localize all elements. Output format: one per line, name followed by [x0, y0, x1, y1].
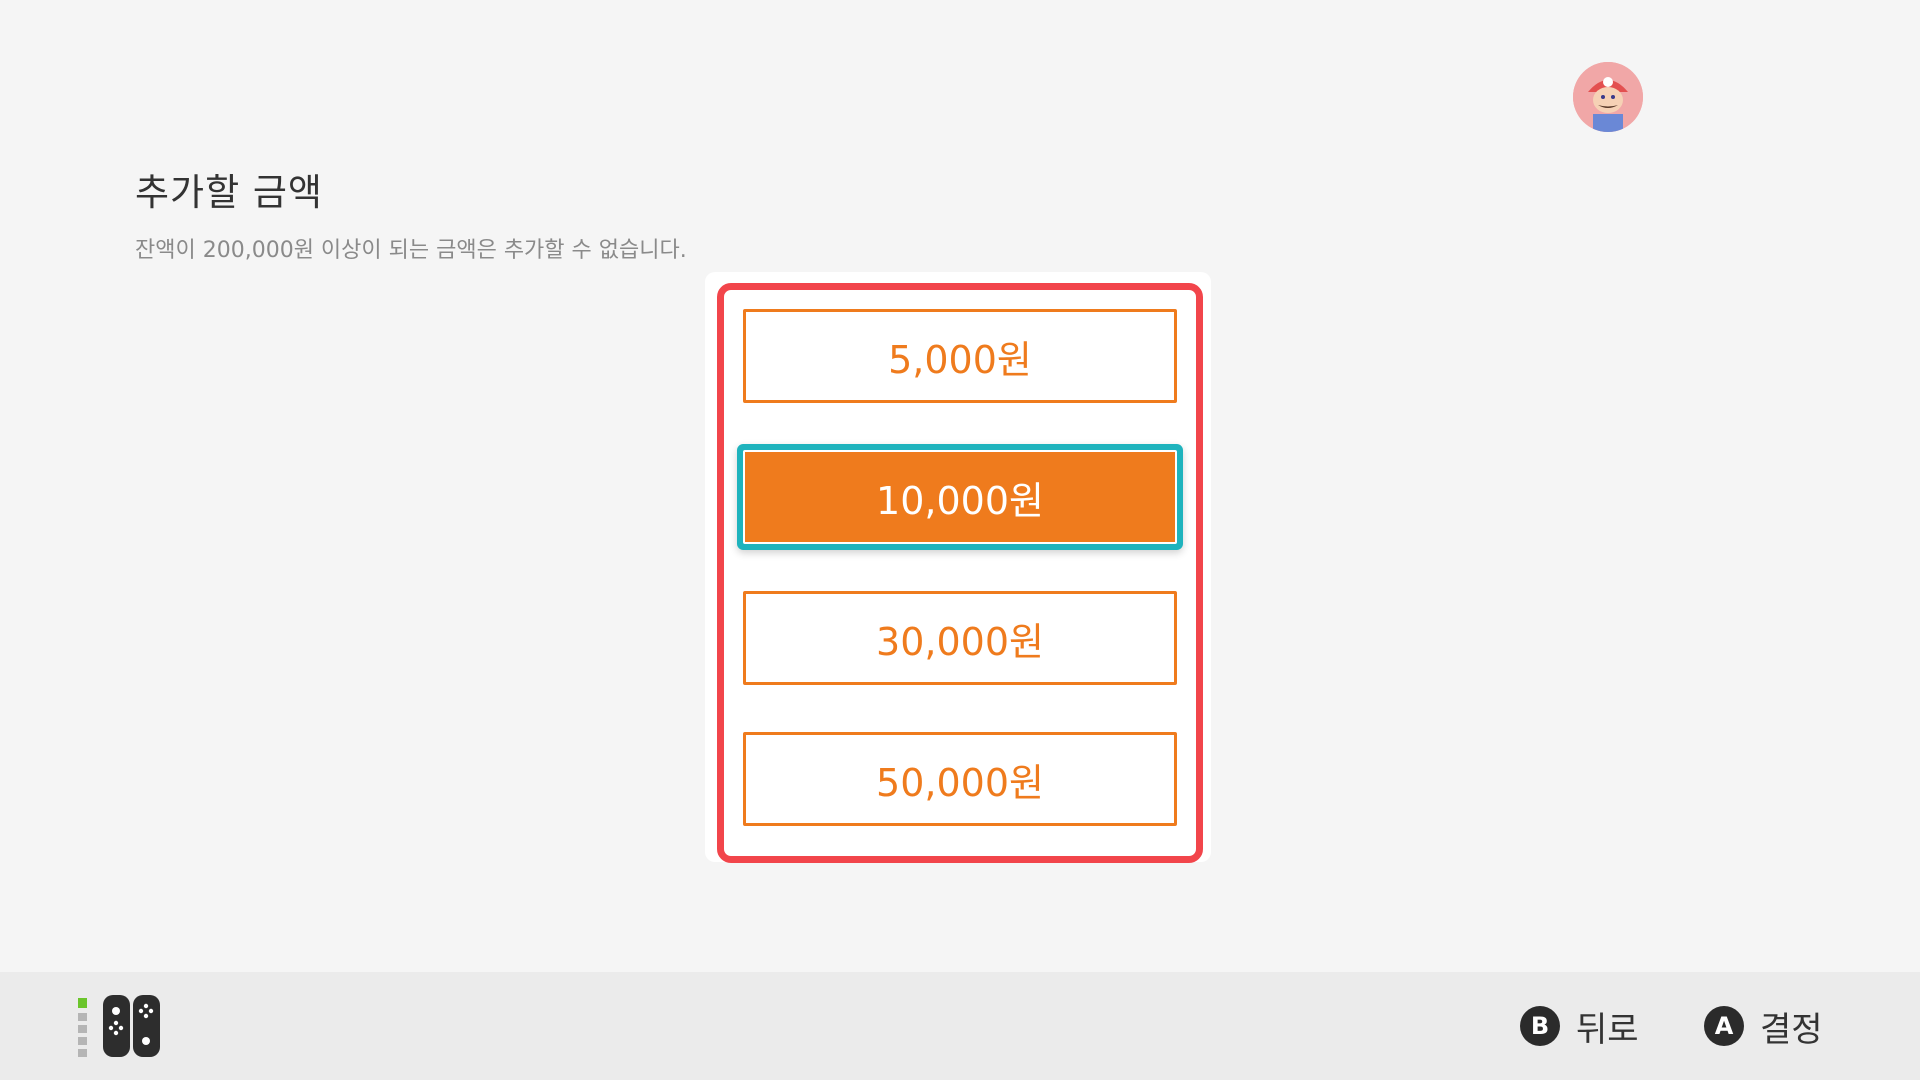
- user-avatar[interactable]: [1573, 62, 1643, 132]
- b-button-icon: B: [1520, 1006, 1560, 1046]
- amount-option-30000[interactable]: 30,000원: [743, 591, 1177, 685]
- confirm-label: 결정: [1760, 1009, 1823, 1050]
- page-title: 추가할 금액: [135, 171, 323, 214]
- back-button[interactable]: B 뒤로: [1520, 1004, 1639, 1050]
- confirm-button[interactable]: A 결정: [1704, 1004, 1823, 1050]
- mario-avatar-icon: [1573, 62, 1643, 132]
- amount-option-50000[interactable]: 50,000원: [743, 732, 1177, 826]
- joy-con-icon: [76, 994, 168, 1058]
- amount-option-10000[interactable]: 10,000원: [743, 450, 1177, 544]
- back-label: 뒤로: [1576, 1009, 1639, 1050]
- amount-option-5000[interactable]: 5,000원: [743, 309, 1177, 403]
- a-button-icon: A: [1704, 1006, 1744, 1046]
- page-subtitle: 잔액이 200,000원 이상이 되는 금액은 추가할 수 없습니다.: [135, 238, 687, 263]
